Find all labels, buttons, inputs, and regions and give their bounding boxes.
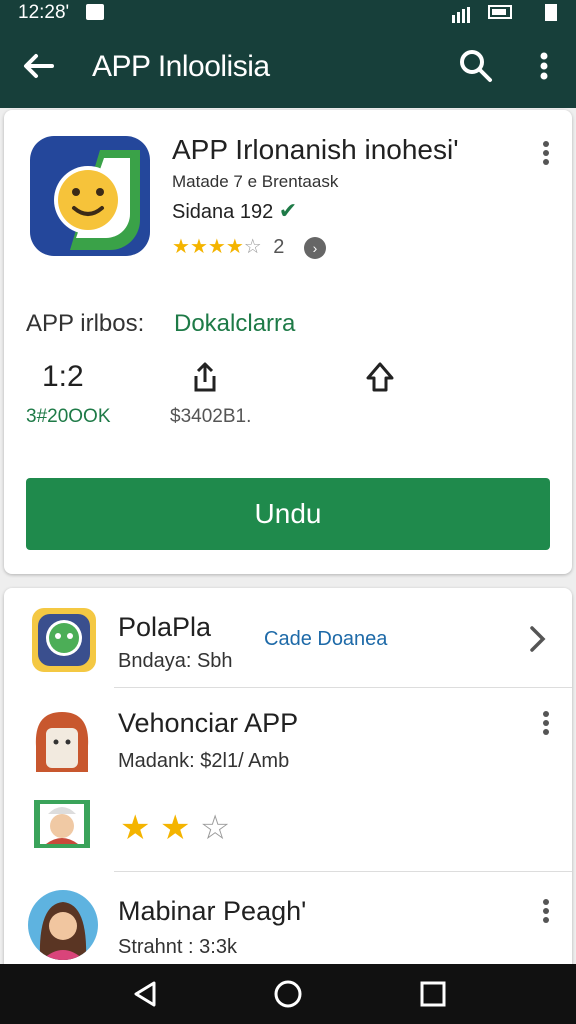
app-icon bbox=[34, 800, 90, 848]
avatar bbox=[28, 890, 98, 960]
system-nav-bar bbox=[0, 964, 576, 1024]
star-icon: ★ bbox=[189, 236, 208, 258]
status-bar: 12:28' bbox=[0, 0, 576, 26]
developer-name[interactable]: Matade 7 e Brentaask bbox=[172, 172, 338, 192]
app-menu-icon[interactable] bbox=[534, 138, 558, 172]
stat-value: 1:2 bbox=[42, 360, 84, 393]
info-value[interactable]: Dokalclarra bbox=[174, 310, 295, 338]
info-label: APP irlbos: bbox=[26, 310, 145, 337]
signal-icon bbox=[452, 5, 472, 23]
app-detail-card: APP Irlonanish inohesi' Matade 7 e Brent… bbox=[4, 110, 572, 574]
share-icon[interactable] bbox=[188, 360, 222, 394]
recents-nav-icon[interactable] bbox=[418, 979, 448, 1009]
list-item-subtitle: Strahnt : 3:3k bbox=[118, 936, 237, 958]
related-apps-card: PolaPla Bndaya: Sbh Cade Doanea Vehoncia… bbox=[4, 588, 572, 988]
star-icon: ★ bbox=[159, 809, 191, 847]
upload-icon[interactable] bbox=[362, 360, 398, 394]
search-icon[interactable] bbox=[456, 46, 496, 86]
rating-count: 2 bbox=[273, 236, 285, 258]
install-button[interactable]: Undu bbox=[26, 478, 550, 550]
more-vert-icon[interactable] bbox=[528, 46, 560, 86]
star-empty-icon: ☆ bbox=[243, 236, 262, 258]
app-icon bbox=[32, 608, 96, 672]
notification-icon bbox=[86, 4, 104, 20]
info-badge-icon: › bbox=[303, 236, 326, 259]
list-item-subtitle: Bndaya: Sbh bbox=[118, 650, 233, 672]
list-item-action[interactable]: Cade Doanea bbox=[264, 628, 387, 651]
rating-row: ★★★★☆ 2 › bbox=[172, 234, 326, 259]
list-item-menu-icon[interactable] bbox=[534, 896, 558, 930]
app-icon bbox=[30, 136, 150, 256]
back-arrow-icon[interactable] bbox=[18, 46, 58, 86]
home-nav-icon[interactable] bbox=[273, 979, 303, 1009]
list-item-title: Mabinar Peagh' bbox=[118, 896, 307, 926]
list-item-menu-icon[interactable] bbox=[534, 708, 558, 742]
list-item[interactable]: PolaPla Bndaya: Sbh Cade Doanea bbox=[4, 588, 572, 688]
star-empty-icon: ☆ bbox=[199, 809, 231, 847]
list-item-title: PolaPla bbox=[118, 612, 212, 642]
chevron-right-icon[interactable] bbox=[528, 624, 548, 654]
app-icon bbox=[28, 706, 96, 774]
star-icon: ★ bbox=[225, 236, 244, 258]
status-time: 12:28' bbox=[18, 2, 70, 23]
verified-check-icon: ✔ bbox=[278, 198, 298, 223]
list-item-title: Vehonciar APP bbox=[118, 708, 299, 738]
stat-downloads: 3#20OOK bbox=[26, 406, 111, 427]
star-icon: ★ bbox=[172, 236, 190, 258]
list-item-subtitle: Madank: $2l1/ Amb bbox=[118, 750, 290, 772]
app-bar: APP Inloolisia bbox=[0, 26, 576, 108]
rating-stars: ★ ★ ☆ bbox=[120, 808, 230, 848]
battery-icon bbox=[488, 5, 512, 19]
star-icon: ★ bbox=[207, 236, 226, 258]
app-size: Sidana 192 ✔ bbox=[172, 198, 297, 224]
star-icon: ★ bbox=[120, 809, 151, 847]
app-size-text: Sidana 192 bbox=[172, 201, 274, 223]
battery-icon-secondary bbox=[545, 4, 557, 21]
back-nav-icon[interactable] bbox=[130, 979, 160, 1009]
stat-price: $3402B1. bbox=[170, 406, 252, 427]
list-item[interactable]: Vehonciar APP Madank: $2l1/ Amb ★ ★ ☆ bbox=[4, 688, 572, 872]
app-name: APP Irlonanish inohesi' bbox=[172, 134, 459, 165]
app-bar-title: APP Inloolisia bbox=[92, 50, 270, 83]
